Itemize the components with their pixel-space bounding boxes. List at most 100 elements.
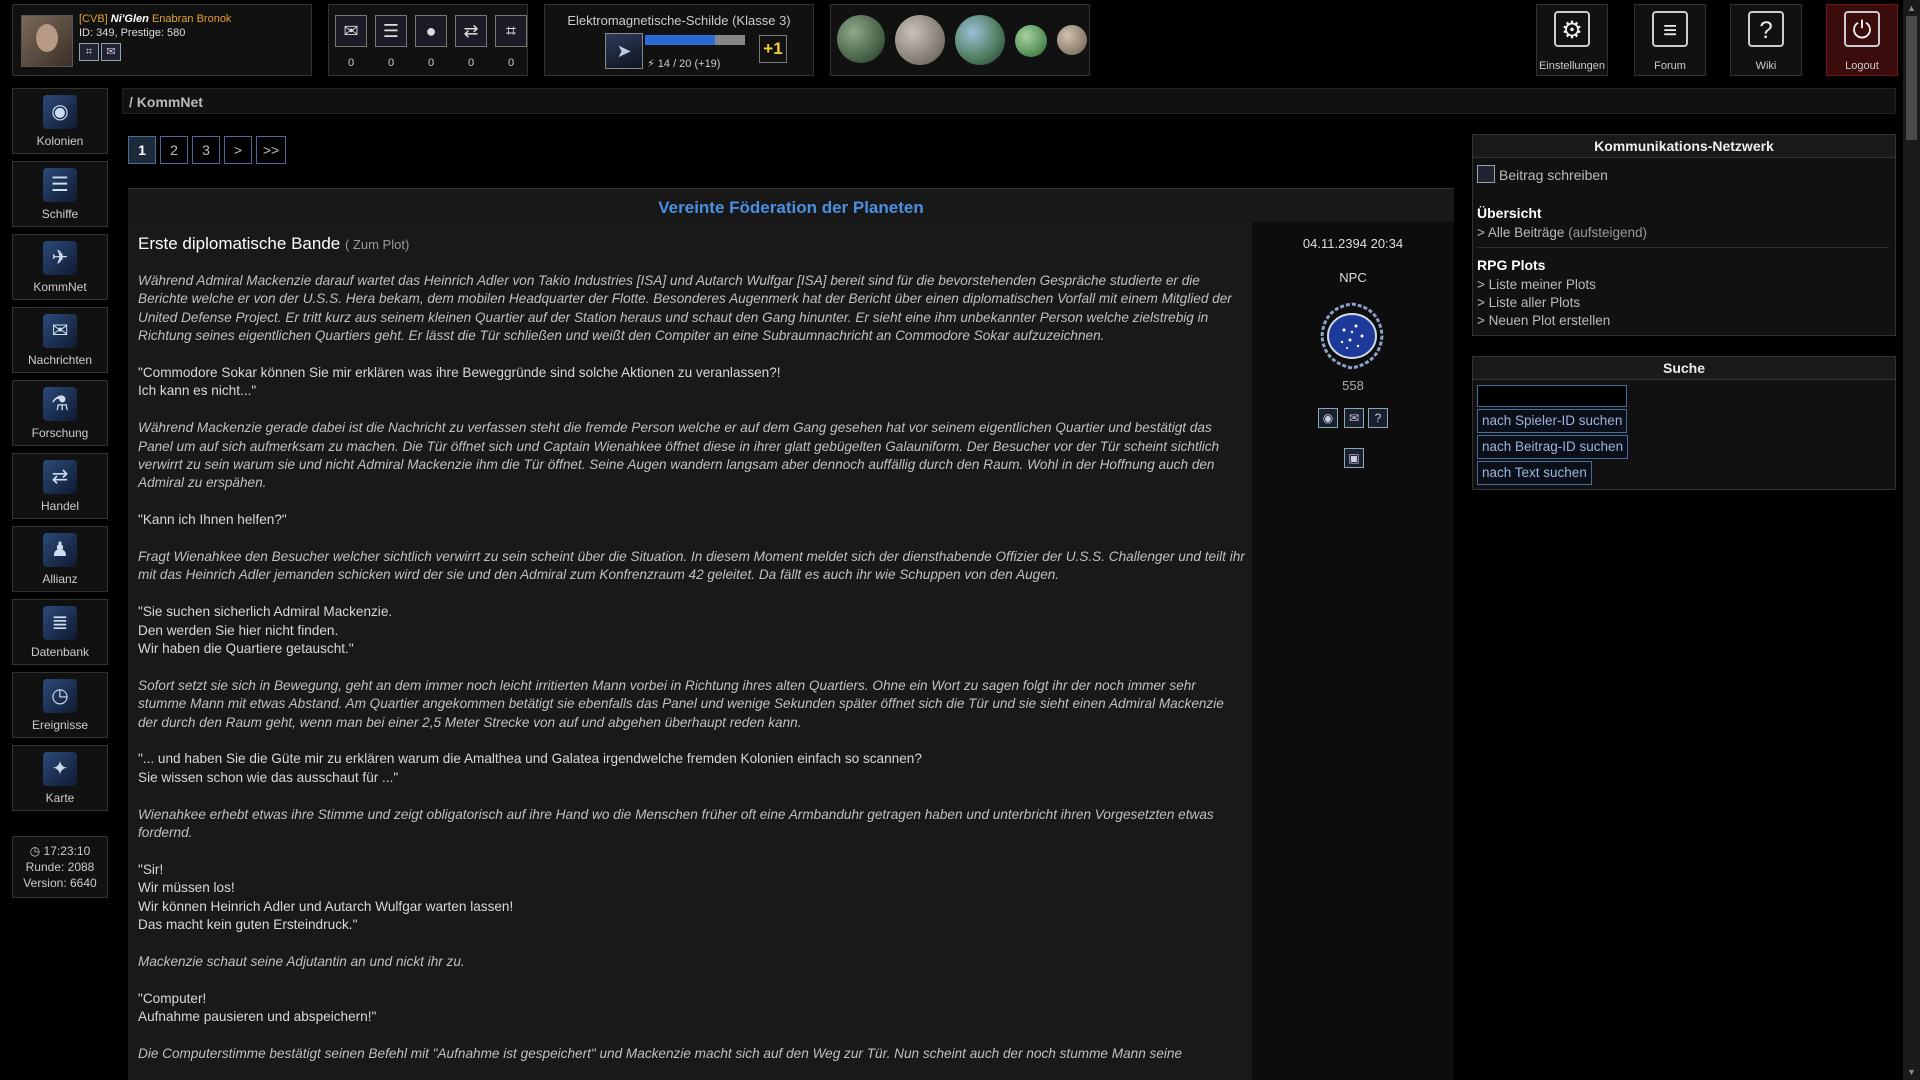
write-icon [1477, 165, 1495, 183]
sidebar-item-label: Kolonien [36, 134, 84, 148]
alliance-icon: ♟ [43, 533, 77, 567]
sidebar-item-label: Datenbank [30, 645, 90, 659]
clock-time: ◷ 17:23:10 [29, 844, 91, 858]
search-post-id-button[interactable]: nach Beitrag-ID suchen [1477, 435, 1629, 459]
logout-icon: ⏻ [1844, 11, 1880, 47]
post-paragraph: "... und haben Sie die Güte mir zu erklä… [138, 751, 922, 785]
scan-icon[interactable]: ⌗ [495, 15, 527, 47]
search-input[interactable] [1477, 385, 1627, 407]
sidebar-item-schiffe[interactable]: ☰ Schiffe [12, 161, 108, 227]
plot-link[interactable]: Zum Plot [353, 237, 405, 252]
database-icon: ≣ [43, 606, 77, 640]
author-name[interactable]: NPC [1252, 270, 1454, 285]
page-button[interactable]: > [224, 136, 252, 164]
alliance-icon[interactable]: ◉ [1318, 408, 1338, 428]
ships-icon[interactable]: ☰ [375, 15, 407, 47]
alliance-tag[interactable]: [CVB] [79, 13, 108, 25]
document-icon: ≡ [1652, 11, 1688, 47]
forum-button[interactable]: ≡ Forum [1634, 4, 1706, 76]
player-profile: [CVB] Ni'Glen Enabran Bronok ID: 349, Pr… [12, 4, 312, 76]
shield-bar [645, 35, 745, 45]
planet-icon[interactable] [837, 15, 885, 63]
counter-value: 0 [467, 57, 475, 69]
settings-button[interactable]: ⚙ Einstellungen [1536, 4, 1608, 76]
shield-plus-button[interactable]: +1 [759, 35, 787, 63]
post-paragraph: Wienahkee erhebt etwas ihre Stimme und z… [138, 806, 1214, 841]
quick-counters: ✉ 0 ☰ 0 ● 0 ⇄ 0 ⌗ 0 [328, 4, 528, 76]
sidebar-item-ereignisse[interactable]: ◷ Ereignisse [12, 672, 108, 738]
moon-icon[interactable] [895, 15, 945, 65]
round-counter: Runde: 2088 [25, 860, 95, 874]
page-button[interactable]: 1 [128, 136, 156, 164]
moon-icon[interactable] [1057, 25, 1087, 55]
planet-icon[interactable] [955, 15, 1005, 65]
sidebar-item-label: Ereignisse [31, 718, 89, 732]
planet-icon[interactable] [1015, 25, 1047, 57]
post-date: 04.11.2394 20:34 [1302, 236, 1404, 251]
federation-emblem-icon [1320, 302, 1384, 370]
my-plots-link[interactable]: > Liste meiner Plots [1477, 277, 1596, 292]
post-paragraph: Mackenzie schaut seine Adjutantin an und… [138, 953, 465, 969]
all-plots-link[interactable]: > Liste aller Plots [1477, 295, 1580, 310]
sidebar-item-label: Nachrichten [27, 353, 93, 367]
player-avatar[interactable] [21, 15, 73, 67]
search-panel: Suche nach Spieler-ID suchen nach Beitra… [1472, 356, 1896, 490]
sidebar-item-allianz[interactable]: ♟ Allianz [12, 526, 108, 592]
bookmark-icon[interactable]: ▣ [1344, 448, 1364, 468]
page-button[interactable]: 3 [192, 136, 220, 164]
post-paragraph: "Sie suchen sicherlich Admiral Mackenzie… [138, 604, 393, 657]
sidebar-item-kolonien[interactable]: ◉ Kolonien [12, 88, 108, 154]
search-text-button[interactable]: nach Text suchen [1477, 461, 1592, 485]
trade-icon[interactable]: ⇄ [455, 15, 487, 47]
envelope-icon[interactable]: ✉ [101, 43, 121, 61]
sidebar-item-label: Karte [45, 791, 75, 805]
counter-value: 0 [507, 57, 515, 69]
breadcrumb-text[interactable]: / KommNet [129, 94, 203, 110]
player-name-line: [CVB] Ni'Glen Enabran Bronok [79, 13, 231, 25]
sidebar-item-forschung[interactable]: ⚗ Forschung [12, 380, 108, 446]
sidebar-item-karte[interactable]: ✦ Karte [12, 745, 108, 811]
faction-name[interactable]: Vereinte Föderation der Planeten [128, 198, 1454, 218]
envelope-icon[interactable]: ✉ [1344, 408, 1364, 428]
sidebar-item-handel[interactable]: ⇄ Handel [12, 453, 108, 519]
ships-icon: ☰ [43, 168, 77, 202]
wiki-button[interactable]: ? Wiki [1730, 4, 1802, 76]
write-post-link[interactable]: Beitrag schreiben [1477, 165, 1608, 183]
search-player-id-button[interactable]: nach Spieler-ID suchen [1477, 409, 1628, 433]
kommnet-panel: Kommunikations-Netzwerk Beitrag schreibe… [1472, 134, 1896, 336]
question-icon: ? [1748, 11, 1784, 47]
sidebar-item-kommnet[interactable]: ✈ KommNet [12, 234, 108, 300]
planet-icon[interactable]: ● [415, 15, 447, 47]
player-stats: ID: 349, Prestige: 580 [79, 27, 186, 39]
scroll-up-icon[interactable]: ▲ [1903, 0, 1920, 16]
counter-value: 0 [427, 57, 435, 69]
envelope-icon[interactable]: ✉ [335, 15, 367, 47]
sidebar-item-datenbank[interactable]: ≣ Datenbank [12, 599, 108, 665]
page-button[interactable]: 2 [160, 136, 188, 164]
new-plot-link[interactable]: > Neuen Plot erstellen [1477, 313, 1610, 328]
events-icon: ◷ [43, 679, 77, 713]
logout-button[interactable]: ⏻ Logout [1826, 4, 1898, 76]
ship-icon[interactable]: ➤ [605, 33, 643, 69]
sidebar-item-nachrichten[interactable]: ✉ Nachrichten [12, 307, 108, 373]
post-paragraph: Fragt Wienahkee den Besucher welcher sic… [138, 549, 1245, 583]
rpg-plots-heading: RPG Plots [1477, 257, 1546, 273]
post-paragraph: Die Computerstimme bestätigt seinen Befe… [138, 1045, 1183, 1061]
sidebar-item-label: Schiffe [41, 207, 79, 221]
trade-icon: ⇄ [43, 460, 77, 494]
post-paragraph: Sofort setzt sie sich in Bewegung, geht … [138, 677, 1224, 730]
page-scrollbar[interactable]: ▲ ▼ [1903, 0, 1920, 1080]
pm-icon[interactable]: ⌗ [79, 43, 99, 61]
shield-title: Elektromagnetische-Schilde (Klasse 3) [567, 13, 791, 28]
question-icon[interactable]: ? [1368, 408, 1388, 428]
player-name[interactable]: Ni'Glen [111, 13, 149, 25]
ascending-link[interactable]: (aufsteigend) [1568, 225, 1647, 240]
research-icon: ⚗ [43, 387, 77, 421]
all-posts-link[interactable]: > Alle Beiträge (aufsteigend) [1477, 225, 1647, 240]
scroll-down-icon[interactable]: ▼ [1903, 1064, 1920, 1080]
scroll-thumb[interactable] [1906, 16, 1917, 140]
post-paragraph: "Computer! Aufnahme pausieren und abspei… [138, 990, 377, 1025]
post-paragraph: Während Mackenzie gerade dabei ist die N… [138, 420, 1220, 491]
page-button[interactable]: >> [256, 136, 286, 164]
sidebar-item-label: Handel [40, 499, 80, 513]
